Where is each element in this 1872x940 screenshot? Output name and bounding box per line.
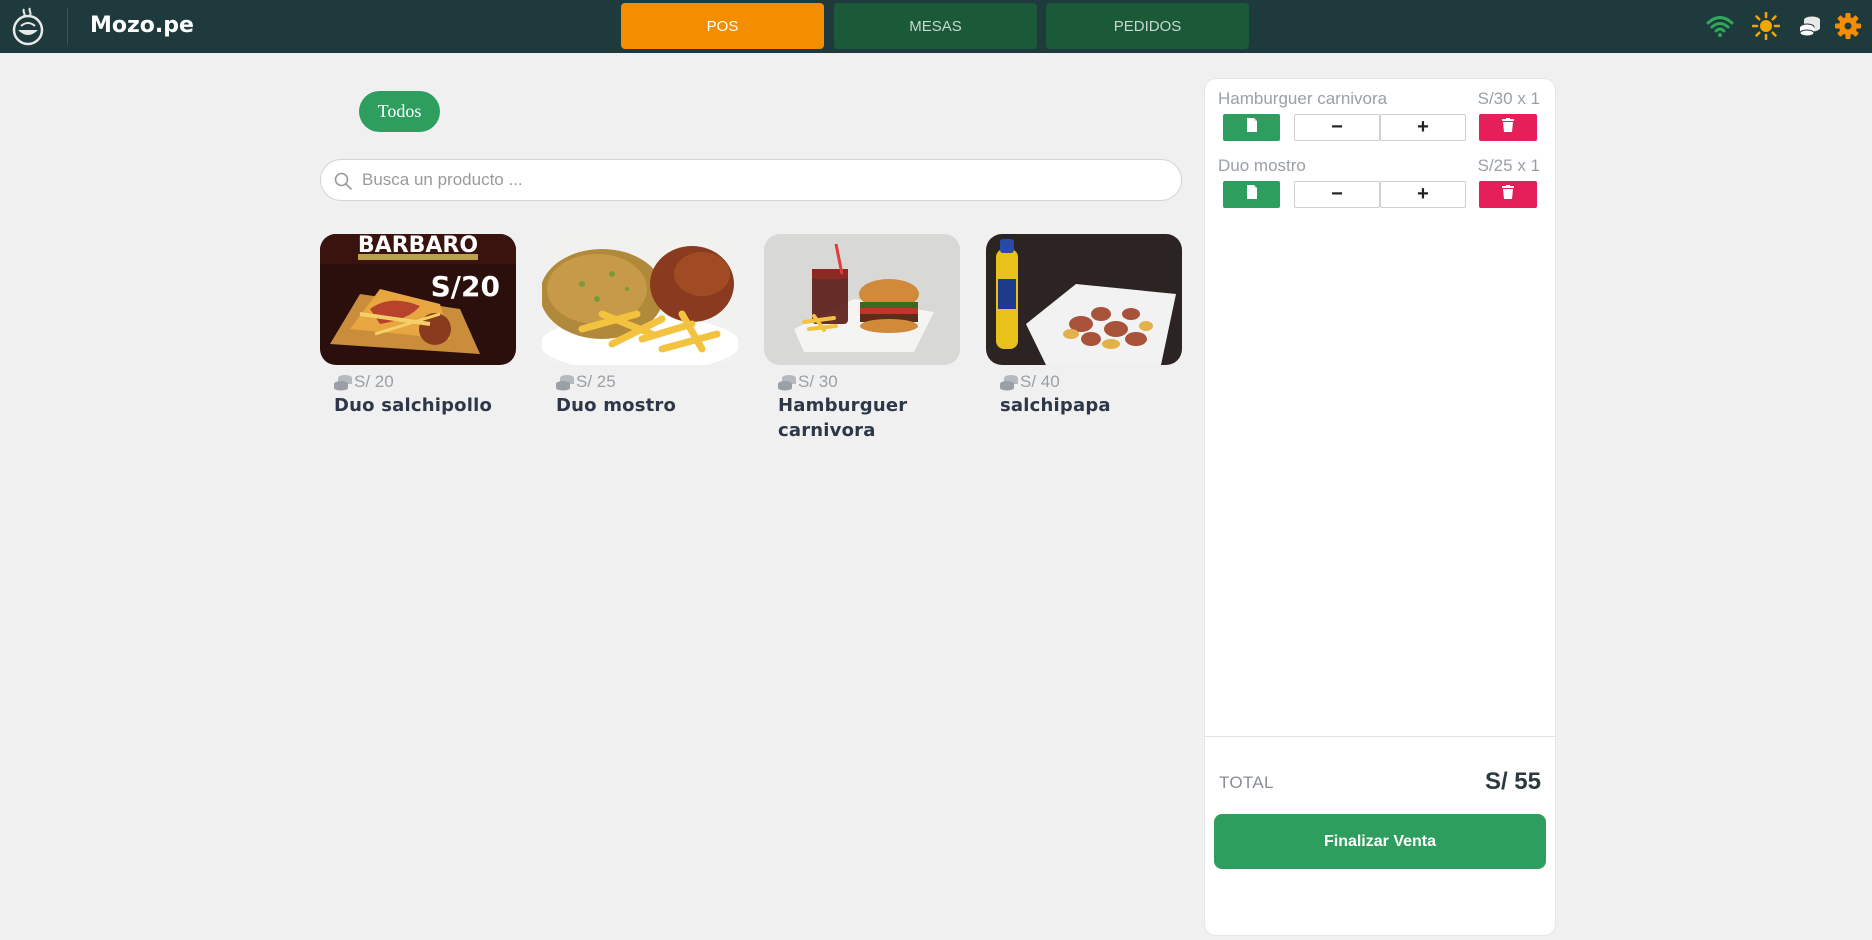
product-name: salchipapa — [1000, 395, 1111, 416]
decrease-quantity-button[interactable]: − — [1294, 181, 1380, 208]
product-price-text: S/ 40 — [1020, 372, 1060, 391]
cart-item-price: S/25 x 1 — [1477, 156, 1540, 175]
product-name: Duo salchipollo — [334, 395, 493, 416]
product-name: Duo mostro — [556, 395, 677, 416]
app-logo-icon[interactable] — [10, 6, 46, 46]
tab-mesas[interactable]: MESAS — [834, 3, 1037, 49]
cart-item-price: S/30 x 1 — [1477, 89, 1540, 108]
gear-icon[interactable] — [1834, 12, 1862, 40]
product-price: S/ 20 — [333, 372, 394, 392]
trash-icon — [1502, 118, 1514, 137]
search-icon — [333, 171, 353, 191]
product-card[interactable]: S/ 40 salchipapa — [986, 234, 1182, 416]
cart-item-name: Hamburguer carnivora — [1218, 89, 1388, 108]
coins-icon — [555, 373, 575, 391]
product-image — [764, 234, 960, 365]
cart-item-name: Duo mostro — [1218, 156, 1306, 175]
sun-icon[interactable] — [1752, 12, 1780, 40]
product-name: Hamburguer carnivora — [778, 395, 908, 441]
decrease-quantity-button[interactable]: − — [1294, 114, 1380, 141]
document-icon — [1246, 118, 1258, 137]
coins-icon — [999, 373, 1019, 391]
top-navbar: Mozo.pe POS MESAS PEDIDOS — [0, 0, 1872, 53]
wifi-icon[interactable] — [1706, 12, 1734, 40]
category-chip-todos[interactable]: Todos — [359, 91, 440, 132]
cart-divider — [1204, 736, 1556, 737]
increase-quantity-button[interactable]: + — [1380, 181, 1466, 208]
tab-pedidos[interactable]: PEDIDOS — [1046, 3, 1249, 49]
trash-icon — [1502, 185, 1514, 204]
tab-pos[interactable]: POS — [621, 3, 824, 49]
add-note-button[interactable] — [1223, 181, 1280, 208]
coins-icon[interactable] — [1796, 12, 1824, 40]
product-price-text: S/ 30 — [798, 372, 838, 391]
search-bar[interactable] — [320, 159, 1182, 201]
add-note-button[interactable] — [1223, 114, 1280, 141]
product-card[interactable]: S/ 30 Hamburguer carnivora — [764, 234, 960, 441]
product-card[interactable]: BARBARO S/20 S/ 20 Duo salchipollo — [320, 234, 516, 416]
product-price: S/ 30 — [777, 372, 838, 392]
product-image: BARBARO S/20 — [320, 234, 516, 365]
product-price-text: S/ 20 — [354, 372, 394, 391]
product-price: S/ 25 — [555, 372, 616, 392]
product-price-text: S/ 25 — [576, 372, 616, 391]
remove-item-button[interactable] — [1479, 181, 1537, 208]
increase-quantity-button[interactable]: + — [1380, 114, 1466, 141]
product-card[interactable]: S/ 25 Duo mostro — [542, 234, 738, 416]
coins-icon — [333, 373, 353, 391]
product-image — [986, 234, 1182, 365]
total-value: S/ 55 — [1484, 768, 1541, 795]
search-input[interactable] — [362, 160, 1162, 200]
finish-sale-button[interactable]: Finalizar Venta — [1214, 814, 1546, 869]
brand-name[interactable]: Mozo.pe — [90, 13, 194, 38]
coins-icon — [777, 373, 797, 391]
product-price: S/ 40 — [999, 372, 1060, 392]
total-label: TOTAL — [1219, 773, 1274, 792]
brand-divider — [67, 8, 68, 45]
product-image — [542, 234, 738, 365]
document-icon — [1246, 185, 1258, 204]
remove-item-button[interactable] — [1479, 114, 1537, 141]
promo-price-text: S/20 — [431, 270, 500, 303]
